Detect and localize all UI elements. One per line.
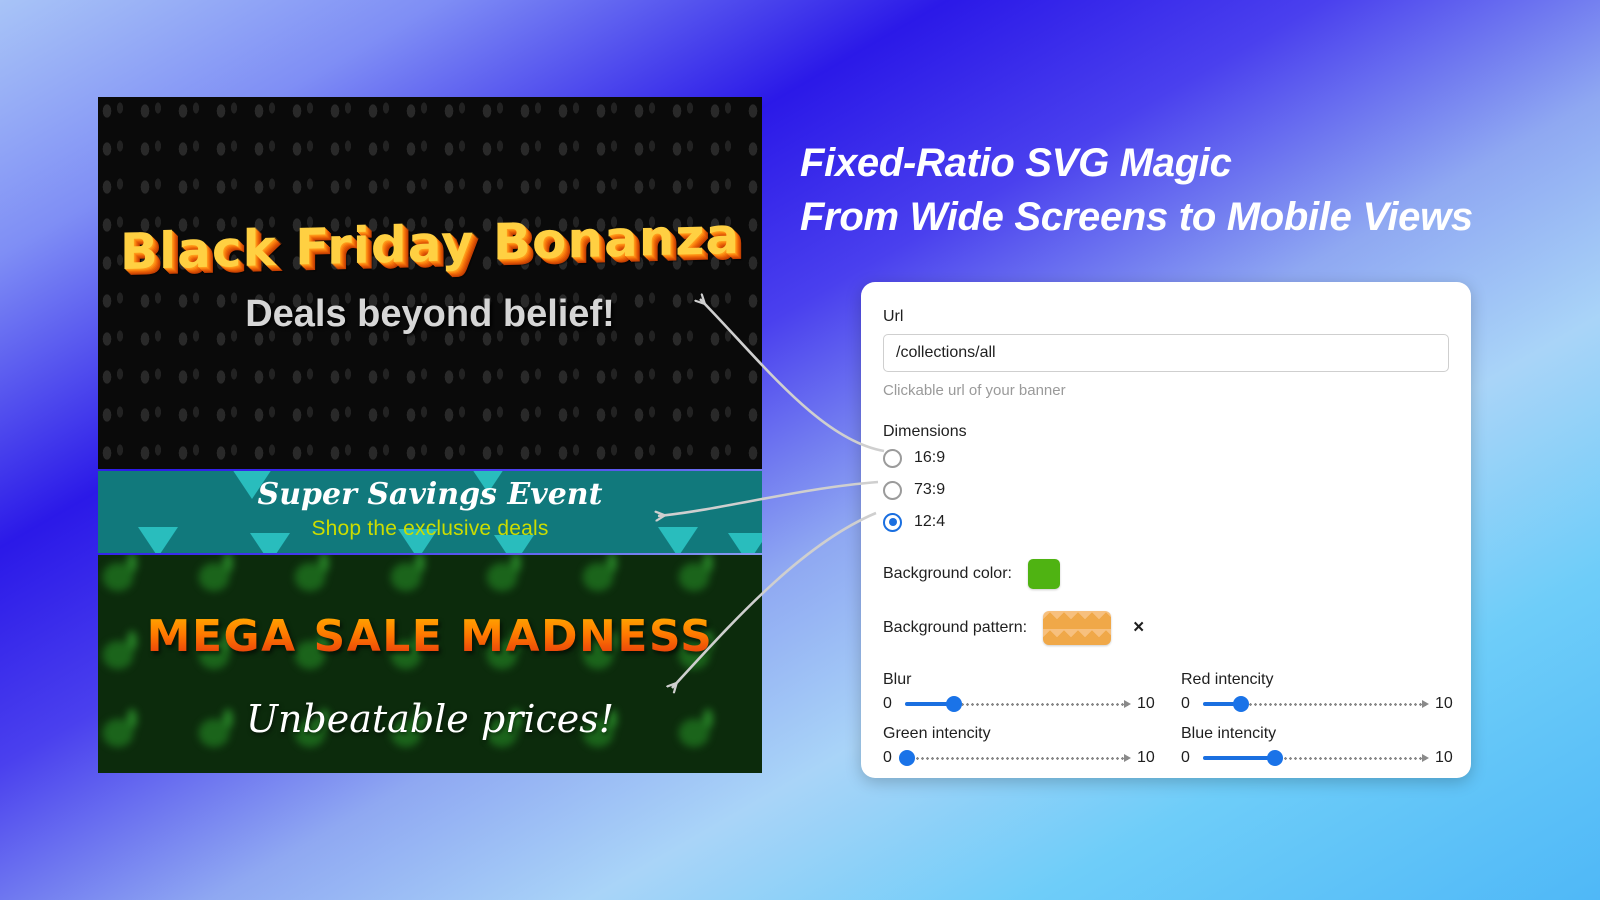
slider-min-red: 0: [1181, 695, 1190, 712]
slider-track-green[interactable]: [899, 749, 1131, 767]
url-label: Url: [883, 308, 904, 325]
radio-label-16-9: 16:9: [914, 449, 946, 466]
slider-rail: [905, 756, 1129, 760]
slider-track-blur[interactable]: [905, 695, 1131, 713]
headline-line-1: Fixed-Ratio SVG Magic: [800, 141, 1232, 185]
background-pattern-row: Background pattern: ×: [883, 611, 1449, 645]
slider-group-blur: Blur 0 10: [883, 671, 1155, 713]
banner-subtitle-black-friday: Deals beyond belief!: [245, 293, 615, 335]
banner-subtitle-mega-sale: Unbeatable prices!: [245, 697, 615, 741]
slider-red[interactable]: 0 10: [1181, 695, 1453, 713]
background-pattern-swatch[interactable]: [1043, 611, 1112, 645]
slider-max-blue: 10: [1435, 749, 1453, 766]
slider-end-arrow-icon: [1422, 700, 1429, 708]
banner-pattern-black-friday: [98, 97, 762, 469]
slider-label-blur: Blur: [883, 671, 912, 688]
slider-min-blur: 0: [883, 695, 892, 712]
background-color-swatch[interactable]: [1027, 559, 1060, 589]
url-help-text: Clickable url of your banner: [883, 382, 1066, 399]
radio-option-73-9[interactable]: 73:9: [883, 475, 1449, 505]
banner-preview-mega-sale[interactable]: MEGA SALE MADNESS Unbeatable prices!: [98, 555, 762, 773]
banner-settings-card: Url Clickable url of your banner Dimensi…: [861, 282, 1471, 778]
banner-preview-super-savings[interactable]: Super Savings Event Shop the exclusive d…: [98, 471, 762, 553]
radio-icon-selected[interactable]: [883, 512, 902, 532]
slider-label-red: Red intencity: [1181, 671, 1274, 688]
dimensions-label: Dimensions: [883, 423, 967, 440]
slider-end-arrow-icon: [1124, 754, 1131, 762]
slider-max-blur: 10: [1137, 695, 1155, 712]
slider-blue[interactable]: 0 10: [1181, 749, 1453, 767]
slider-group-blue: Blue intencity 0 10: [1181, 725, 1453, 767]
slider-group-red: Red intencity 0 10: [1181, 671, 1453, 713]
slider-max-green: 10: [1137, 749, 1155, 766]
banner-title-super-savings: Super Savings Event: [257, 477, 603, 512]
radio-icon[interactable]: [883, 448, 902, 468]
slider-thumb-blur[interactable]: [946, 696, 963, 712]
radio-icon[interactable]: [883, 480, 902, 500]
slider-track-blue[interactable]: [1203, 749, 1429, 767]
slider-track-red[interactable]: [1203, 695, 1429, 713]
background-pattern-label: Background pattern:: [883, 619, 1028, 636]
slider-end-arrow-icon: [1124, 700, 1131, 708]
url-input[interactable]: [883, 334, 1449, 372]
page-headline: Fixed-Ratio SVG Magic From Wide Screens …: [800, 136, 1500, 244]
slider-thumb-red[interactable]: [1233, 696, 1250, 712]
slider-blur[interactable]: 0 10: [883, 695, 1155, 713]
background-color-row: Background color:: [883, 559, 1449, 589]
background-color-label: Background color:: [883, 565, 1012, 582]
banner-previews: Black Friday Bonanza Deals beyond belief…: [98, 97, 762, 773]
slider-label-green: Green intencity: [883, 725, 991, 742]
slider-min-blue: 0: [1181, 749, 1190, 766]
slider-group-green: Green intencity 0 10: [883, 725, 1155, 767]
slider-green[interactable]: 0 10: [883, 749, 1155, 767]
slider-fill: [1203, 756, 1275, 760]
slider-max-red: 10: [1435, 695, 1453, 712]
banner-title-mega-sale: MEGA SALE MADNESS: [98, 611, 762, 662]
radio-option-16-9[interactable]: 16:9: [883, 443, 1449, 473]
banner-preview-black-friday[interactable]: Black Friday Bonanza Deals beyond belief…: [98, 97, 762, 469]
headline-line-2: From Wide Screens to Mobile Views: [800, 195, 1473, 239]
intensity-sliders: Blur 0 10 Red intencity 0 10 Green inten…: [883, 671, 1453, 767]
clear-pattern-button[interactable]: ×: [1133, 617, 1144, 639]
slider-end-arrow-icon: [1422, 754, 1429, 762]
slider-thumb-blue[interactable]: [1266, 750, 1283, 766]
radio-label-12-4: 12:4: [914, 513, 946, 530]
radio-label-73-9: 73:9: [914, 481, 946, 498]
slider-label-blue: Blue intencity: [1181, 725, 1277, 742]
radio-option-12-4[interactable]: 12:4: [883, 507, 1449, 537]
slider-thumb-green[interactable]: [899, 750, 916, 766]
banner-subtitle-super-savings: Shop the exclusive deals: [311, 517, 549, 540]
